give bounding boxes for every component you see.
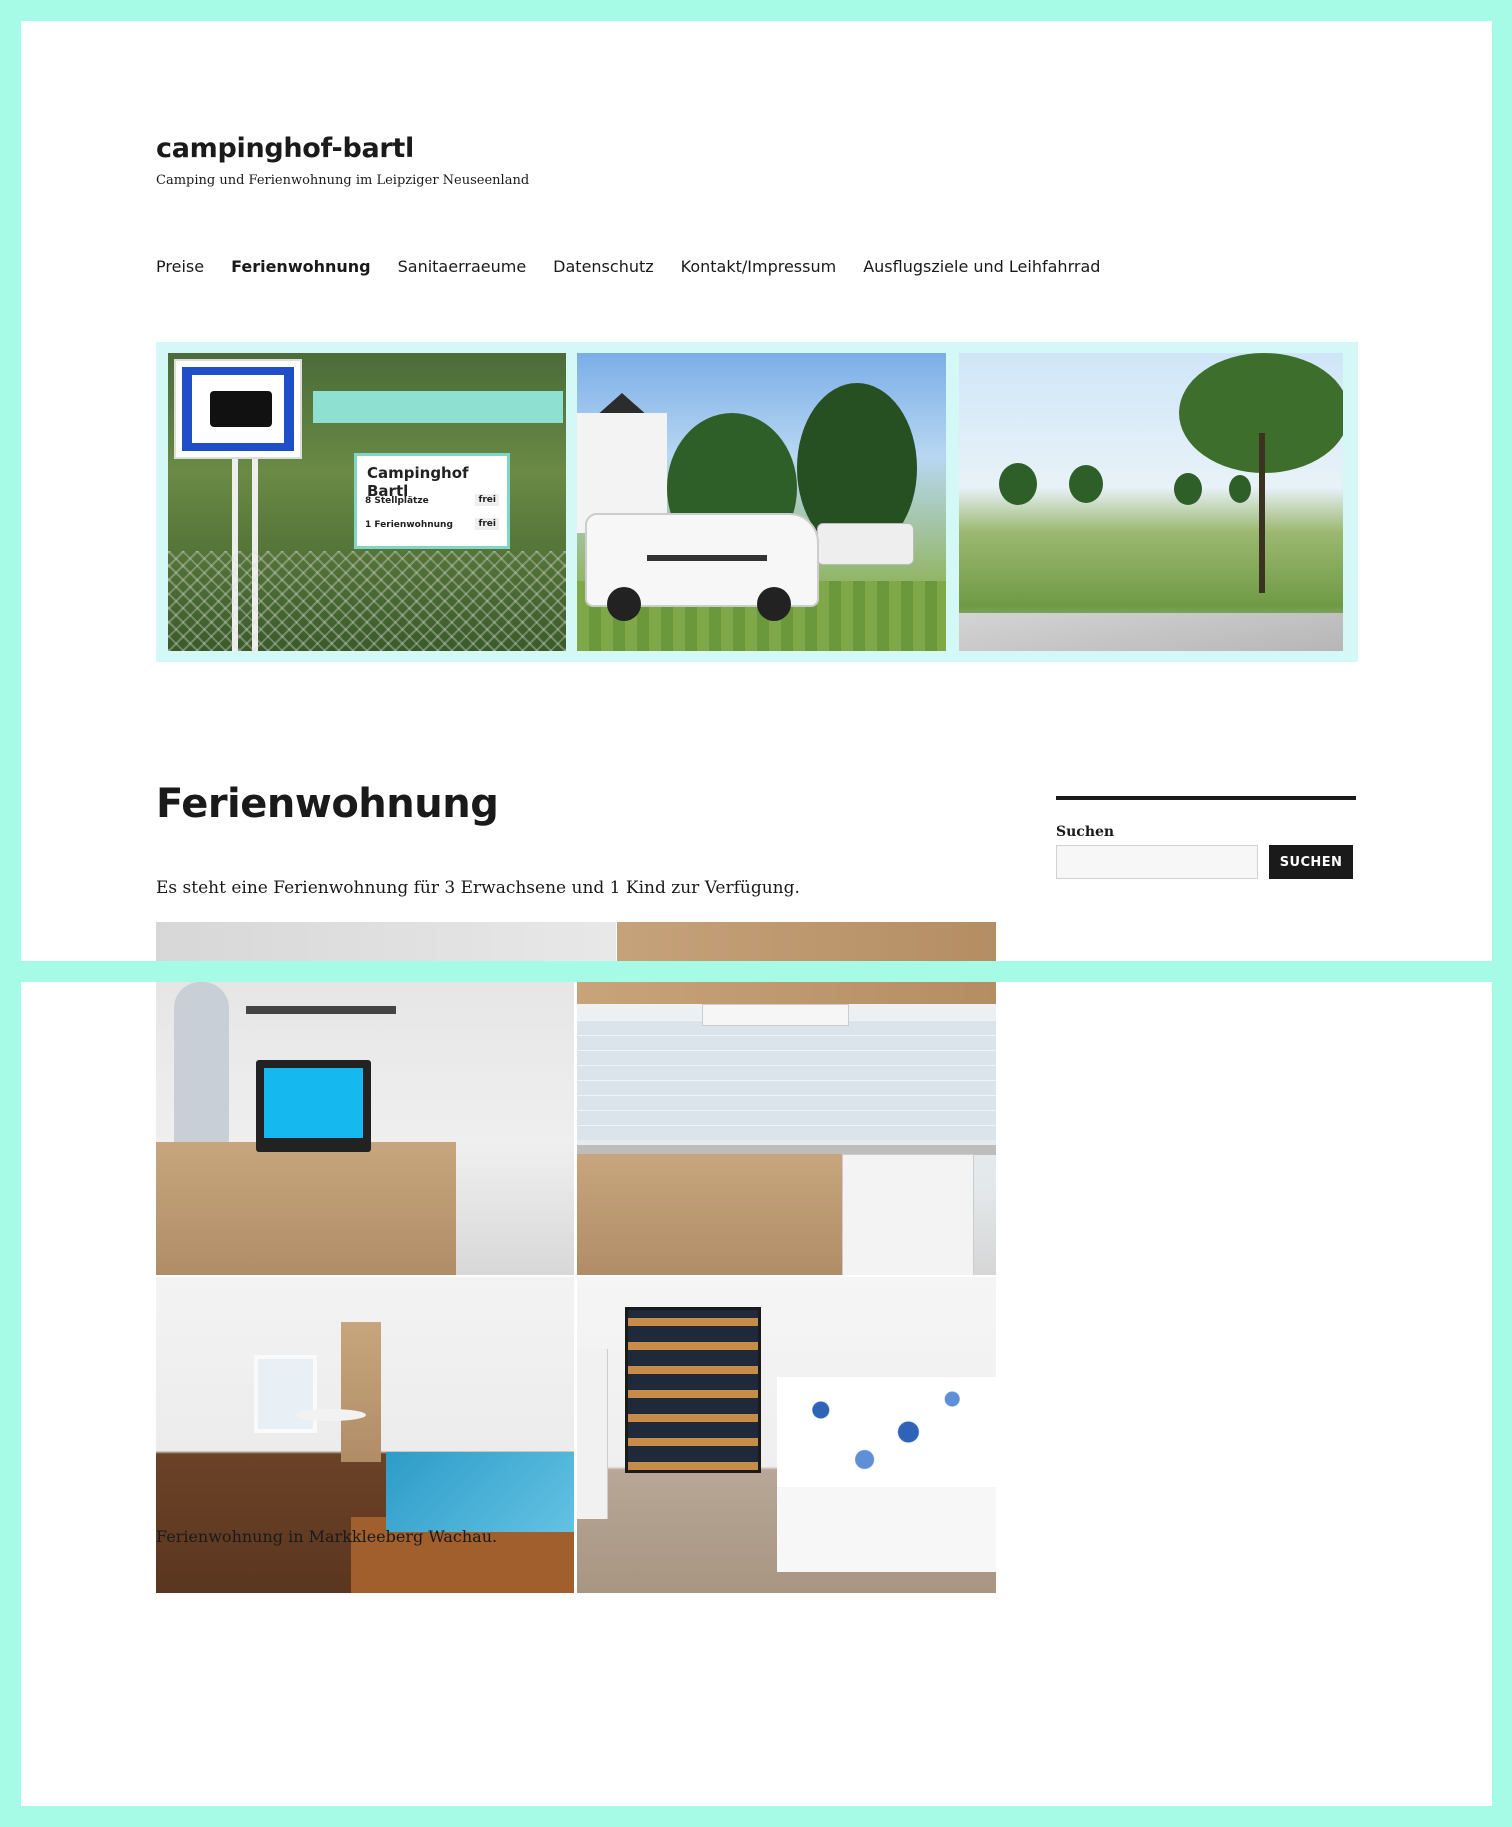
header-photo-field xyxy=(959,353,1343,651)
header-image[interactable]: Campinghof Bartl 8 Stellplätze frei 1 Fe… xyxy=(156,342,1358,662)
photo-bedroom xyxy=(577,1277,996,1593)
tree xyxy=(999,463,1037,505)
tree xyxy=(1229,475,1251,503)
search-form: SUCHEN xyxy=(1056,845,1356,879)
search-button[interactable]: SUCHEN xyxy=(1269,845,1353,879)
tv xyxy=(256,1060,371,1152)
window xyxy=(254,1355,317,1433)
photo-living-room xyxy=(156,982,574,1275)
nav-item-ausflugsziele[interactable]: Ausflugsziele und Leihfahrrad xyxy=(863,257,1100,276)
header-photo-sign: Campinghof Bartl 8 Stellplätze frei 1 Fe… xyxy=(168,353,566,651)
carport-roof xyxy=(313,391,563,423)
folding-bed xyxy=(625,1307,761,1473)
gallery-caption: Ferienwohnung in Markkleeberg Wachau. xyxy=(156,1527,498,1546)
sign-row-label: 1 Ferienwohnung xyxy=(365,520,453,530)
intro-text: Es steht eine Ferienwohnung für 3 Erwach… xyxy=(156,878,800,898)
wheel xyxy=(607,587,641,621)
gallery-image-top-edge xyxy=(156,922,996,961)
wheel xyxy=(757,587,791,621)
nav-item-sanitaerraeume[interactable]: Sanitaerraeume xyxy=(398,257,527,276)
search-label: Suchen xyxy=(1056,824,1115,840)
sign-row-badge: frei xyxy=(475,518,499,530)
tree xyxy=(1174,473,1202,505)
camper-icon xyxy=(210,391,272,427)
sidebar-divider xyxy=(1056,796,1356,800)
sideboard xyxy=(156,1142,456,1275)
search-input[interactable] xyxy=(1056,845,1258,879)
nav-item-datenschutz[interactable]: Datenschutz xyxy=(553,257,653,276)
camper-van xyxy=(585,513,819,621)
nav-item-preise[interactable]: Preise xyxy=(156,257,204,276)
kitchen-cabinets xyxy=(577,1154,847,1275)
upper-cabinets xyxy=(577,982,996,1004)
tall-cabinet xyxy=(341,1322,381,1462)
bed-cover xyxy=(386,1452,574,1532)
apartment-photo-collage[interactable] xyxy=(156,982,996,1593)
extractor-hood xyxy=(702,1004,849,1026)
header-photo-campervan xyxy=(577,353,946,651)
site-title[interactable]: campinghof-bartl xyxy=(156,133,414,164)
tile-backsplash xyxy=(577,1020,996,1140)
tree-trunk xyxy=(1259,433,1265,593)
page-top-panel: campinghof-bartl Camping und Ferienwohnu… xyxy=(21,21,1492,961)
campinghof-sign-board: Campinghof Bartl 8 Stellplätze frei 1 Fe… xyxy=(354,453,510,549)
dining-table xyxy=(296,1409,366,1421)
photo-kitchen xyxy=(577,982,996,1275)
wall-shelf xyxy=(246,1006,396,1014)
camper-sign xyxy=(174,359,302,459)
page-bottom-panel: Ferienwohnung in Markkleeberg Wachau. xyxy=(21,982,1492,1806)
fridge xyxy=(842,1154,974,1275)
patterned-bedding xyxy=(777,1377,996,1487)
nav-item-ferienwohnung[interactable]: Ferienwohnung xyxy=(231,257,371,276)
site-description: Camping und Ferienwohnung im Leipziger N… xyxy=(156,173,530,188)
nav-item-kontakt-impressum[interactable]: Kontakt/Impressum xyxy=(681,257,837,276)
fence xyxy=(168,551,566,651)
main-navigation: Preise Ferienwohnung Sanitaerraeume Date… xyxy=(156,257,1127,276)
radiator xyxy=(577,1349,608,1519)
sign-row-label: 8 Stellplätze xyxy=(365,496,429,506)
sign-row-badge: frei xyxy=(475,494,499,506)
road xyxy=(959,613,1343,651)
camper-van-background xyxy=(817,523,914,565)
page-title: Ferienwohnung xyxy=(156,781,499,827)
sidebar: Suchen SUCHEN xyxy=(1056,796,1356,879)
tree xyxy=(1069,465,1103,503)
